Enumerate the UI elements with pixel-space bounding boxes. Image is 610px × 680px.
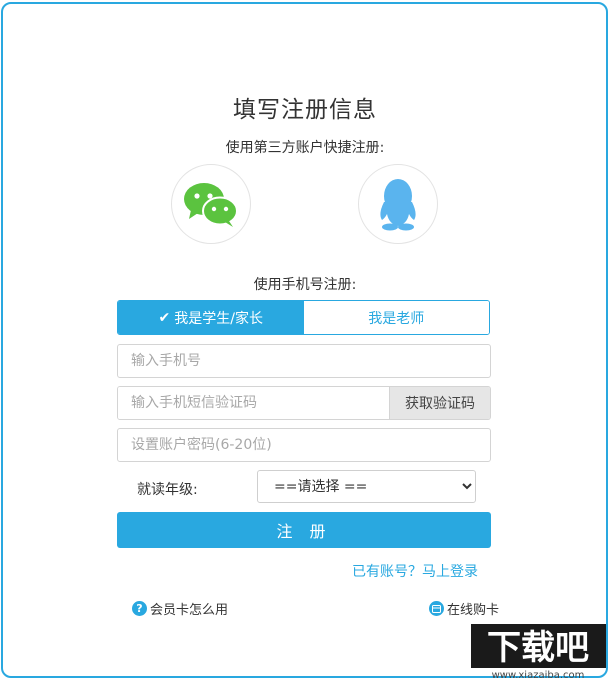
grade-label: 就读年级:: [137, 482, 198, 498]
check-icon: ✔: [158, 309, 171, 326]
buy-card-link[interactable]: 在线购卡: [429, 599, 499, 618]
card-icon: [429, 601, 444, 616]
sms-code-group: 获取验证码: [117, 386, 491, 420]
password-input[interactable]: [117, 428, 491, 462]
phone-input[interactable]: [117, 344, 491, 378]
qq-login-button[interactable]: [358, 164, 438, 244]
wechat-icon: [184, 183, 238, 227]
phone-register-label: 使用手机号注册:: [253, 277, 357, 293]
watermark-text: 下载吧: [487, 628, 589, 668]
role-teacher-label: 我是老师: [368, 310, 425, 327]
get-sms-code-button[interactable]: 获取验证码: [389, 387, 490, 419]
role-student-parent-tab[interactable]: ✔ 我是学生/家长: [118, 301, 304, 334]
question-icon: ?: [132, 601, 147, 616]
watermark-url: www.xiazaiba.com: [492, 670, 585, 680]
role-teacher-tab[interactable]: 我是老师: [303, 301, 489, 334]
wechat-login-button[interactable]: [171, 164, 251, 244]
member-card-help-link[interactable]: ? 会员卡怎么用: [132, 599, 228, 618]
role-student-parent-label: 我是学生/家长: [174, 310, 263, 327]
grade-select[interactable]: ==请选择 ==: [257, 470, 476, 503]
sms-code-input[interactable]: [118, 387, 389, 419]
register-button[interactable]: 注 册: [117, 512, 491, 548]
member-card-help-label: 会员卡怎么用: [150, 603, 229, 618]
page-title: 填写注册信息: [233, 97, 377, 123]
login-link[interactable]: 已有账号？马上登录: [352, 561, 478, 581]
qq-penguin-icon: [380, 179, 416, 231]
xiazaiba-watermark-logo: 下载吧 www.xiazaiba.com: [471, 624, 606, 680]
buy-card-label: 在线购卡: [447, 603, 500, 618]
role-toggle: ✔ 我是学生/家长 我是老师: [117, 300, 490, 335]
third-party-label: 使用第三方账户快捷注册:: [225, 140, 385, 156]
